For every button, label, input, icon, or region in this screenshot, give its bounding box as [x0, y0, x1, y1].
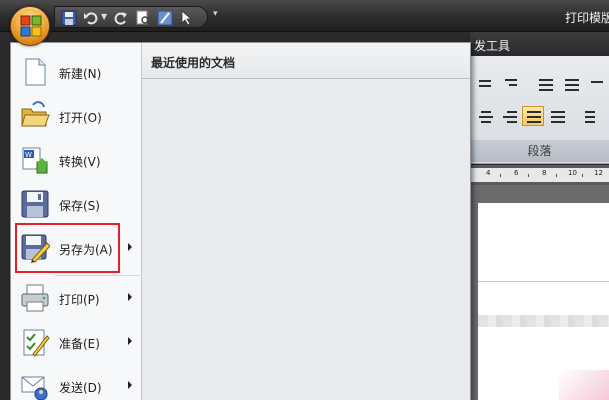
title-bar: ▼ ▾ 打印模版 — [0, 0, 609, 32]
multilevel-list-icon[interactable] — [500, 74, 522, 94]
save-icon[interactable] — [61, 10, 77, 26]
menu-item-label: 发送(D) — [59, 381, 102, 395]
undo-icon[interactable] — [83, 10, 99, 26]
office-menu-commands: 新建(N) 打开(O) W 转换(V) 保存(S) 另存为(A) 打印(P) 准… — [11, 43, 142, 400]
ruler-number: 12 — [594, 169, 603, 177]
ribbon-paragraph-group: 段落 — [470, 56, 609, 164]
svg-text:W: W — [25, 151, 32, 159]
prepare-icon — [23, 329, 50, 357]
menu-item-label: 转换(V) — [59, 155, 101, 169]
customize-quick-access-icon[interactable]: ▾ — [213, 9, 218, 19]
print-preview-icon[interactable] — [135, 10, 151, 26]
menu-item-label: 新建(N) — [59, 67, 102, 81]
ruler-tick — [500, 174, 501, 177]
office-menu: 新建(N) 打开(O) W 转换(V) 保存(S) 另存为(A) 打印(P) 准… — [10, 42, 471, 400]
distributed-icon[interactable] — [546, 106, 568, 126]
ribbon-tabs: 发工具 — [470, 32, 609, 56]
save-icon — [21, 190, 49, 218]
menu-item-send[interactable]: 发送(D) — [11, 365, 142, 400]
quick-access-toolbar: ▼ — [54, 6, 208, 28]
submenu-arrow-icon — [128, 243, 132, 251]
send-icon — [21, 376, 48, 400]
office-button[interactable] — [10, 6, 50, 46]
menu-item-convert[interactable]: W 转换(V) — [11, 139, 142, 183]
document-area — [470, 185, 609, 400]
decorative-gradient — [559, 370, 609, 400]
ribbon-row-lists — [474, 74, 609, 96]
menu-item-label: 准备(E) — [59, 337, 100, 351]
ruler-number: 10 — [568, 169, 577, 177]
ruler-tick — [556, 174, 557, 177]
menu-item-new[interactable]: 新建(N) — [11, 51, 142, 95]
justify-icon[interactable] — [522, 106, 544, 126]
increase-indent-icon[interactable] — [560, 74, 582, 94]
menu-item-label: 打印(P) — [59, 293, 100, 307]
submenu-arrow-icon — [128, 381, 132, 389]
menu-separator — [55, 275, 141, 276]
ruler-tick — [528, 174, 529, 177]
page-divider — [478, 281, 609, 282]
menu-item-label: 保存(S) — [59, 199, 100, 213]
paragraph-group-label: 段落 — [470, 140, 609, 162]
menu-item-print[interactable]: 打印(P) — [11, 277, 142, 321]
align-right-icon[interactable] — [498, 106, 520, 126]
convert-icon: W — [22, 147, 48, 174]
ruler-number: 4 — [486, 169, 491, 177]
undo-dropdown-icon[interactable]: ▼ — [101, 12, 107, 21]
new-document-icon — [25, 58, 46, 86]
recent-documents-panel: 最近使用的文档 — [142, 43, 470, 400]
draw-icon[interactable] — [157, 10, 173, 26]
window-title: 打印模版 — [565, 11, 609, 25]
decrease-indent-icon[interactable] — [534, 74, 556, 94]
blurred-content — [478, 315, 609, 327]
ruler-number: 6 — [514, 169, 519, 177]
office-logo-icon — [20, 15, 42, 37]
line-spacing-icon[interactable] — [574, 106, 596, 126]
align-center-icon[interactable] — [474, 106, 496, 126]
pointer-icon[interactable] — [179, 10, 195, 26]
chinese-layout-icon[interactable] — [586, 74, 608, 94]
ruler-tick — [582, 174, 583, 177]
tab-developer[interactable]: 发工具 — [474, 37, 510, 54]
ruler-strip: 4 6 8 10 12 — [470, 168, 609, 182]
printer-icon — [21, 284, 49, 312]
menu-item-save[interactable]: 保存(S) — [11, 183, 142, 227]
menu-item-label: 打开(O) — [59, 111, 102, 125]
ruler-number: 8 — [542, 169, 547, 177]
open-folder-icon — [21, 101, 50, 127]
submenu-arrow-icon — [128, 337, 132, 345]
menu-item-prepare[interactable]: 准备(E) — [11, 321, 142, 365]
recent-documents-header: 最近使用的文档 — [142, 43, 470, 79]
redo-icon[interactable] — [113, 10, 129, 26]
menu-item-open[interactable]: 打开(O) — [11, 95, 142, 139]
highlight-annotation — [15, 223, 120, 273]
horizontal-ruler: 4 6 8 10 12 — [470, 165, 609, 185]
recent-documents-title: 最近使用的文档 — [151, 56, 236, 70]
submenu-arrow-icon — [128, 293, 132, 301]
numbering-icon[interactable] — [474, 74, 496, 94]
ribbon-row-alignment — [474, 106, 609, 128]
